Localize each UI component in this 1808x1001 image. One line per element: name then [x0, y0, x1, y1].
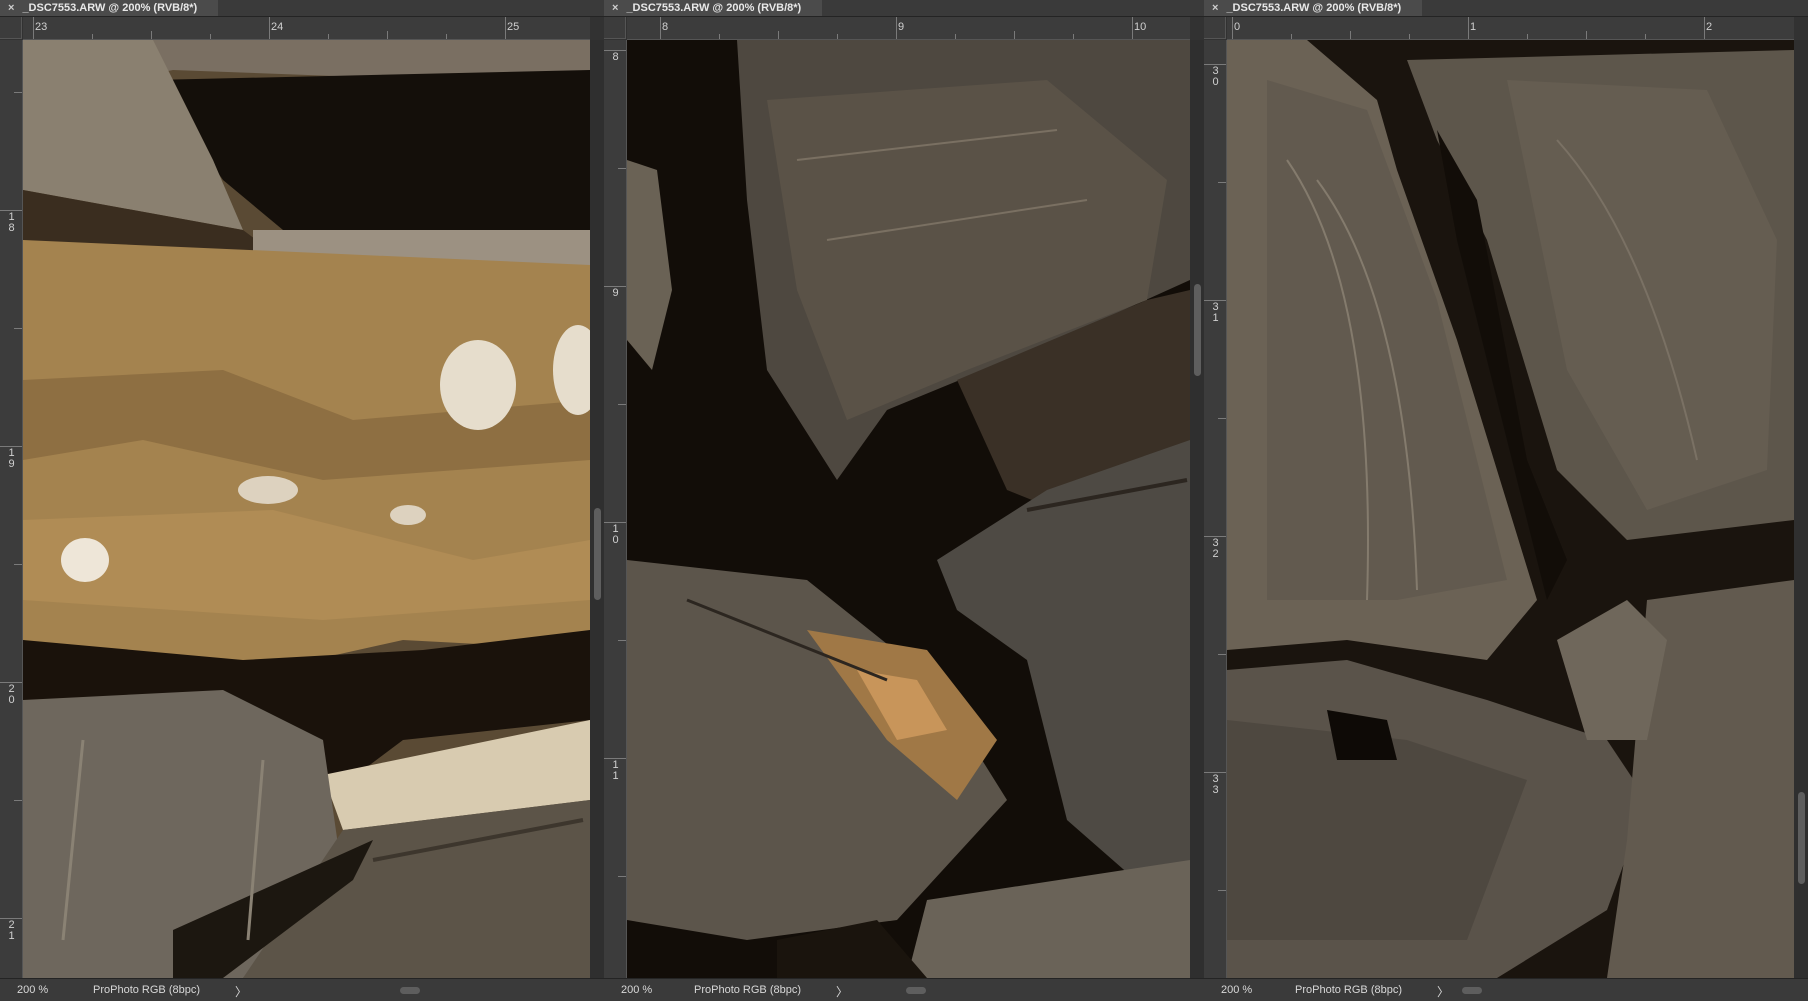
status-bar: 200 % ProPhoto RGB (8bpc) 〉 — [0, 978, 604, 1001]
image-canvas[interactable] — [1227, 40, 1794, 978]
photo-woodpile-3 — [1227, 40, 1794, 978]
status-bar: 200 % ProPhoto RGB (8bpc) 〉 — [1204, 978, 1808, 1001]
photo-woodpile-1 — [23, 40, 590, 978]
color-profile: ProPhoto RGB (8bpc) — [694, 984, 801, 996]
image-canvas[interactable] — [23, 40, 590, 978]
vertical-ruler[interactable]: 8 9 10 11 — [604, 40, 627, 978]
ruler-label: 21 — [8, 919, 15, 942]
ruler-label: 24 — [271, 21, 284, 33]
close-icon[interactable]: × — [8, 2, 14, 14]
ruler-label: 10 — [1134, 21, 1147, 33]
vertical-scrollbar[interactable] — [1190, 40, 1204, 978]
tab-bar: × _DSC7553.ARW @ 200% (RVB/8*) — [0, 0, 604, 17]
ruler-label: 25 — [507, 21, 520, 33]
ruler-label: 1 — [1470, 21, 1477, 33]
document-window-1: × _DSC7553.ARW @ 200% (RVB/8*) 23 24 25 … — [0, 0, 604, 1001]
close-icon[interactable]: × — [1212, 2, 1218, 14]
ruler-corner[interactable] — [1204, 17, 1226, 39]
chevron-right-icon[interactable]: 〉 — [1437, 983, 1449, 1000]
scroll-thumb[interactable] — [1194, 284, 1201, 376]
tab-title: _DSC7553.ARW @ 200% (RVB/8*) — [22, 2, 198, 14]
vertical-scrollbar[interactable] — [1794, 40, 1808, 978]
ruler-label: 33 — [1212, 773, 1219, 796]
ruler-label: 30 — [1212, 65, 1219, 88]
ruler-label: 9 — [612, 287, 619, 299]
tab-bar: × _DSC7553.ARW @ 200% (RVB/8*) — [604, 0, 1204, 17]
document-tab[interactable]: × _DSC7553.ARW @ 200% (RVB/8*) — [1204, 0, 1422, 16]
vertical-ruler[interactable]: 30 31 32 33 — [1204, 40, 1227, 978]
color-profile: ProPhoto RGB (8bpc) — [93, 984, 200, 996]
vertical-ruler[interactable]: 18 19 20 21 — [0, 40, 23, 978]
ruler-label: 2 — [1706, 21, 1713, 33]
ruler-label: 0 — [1234, 21, 1241, 33]
close-icon[interactable]: × — [612, 2, 618, 14]
ruler-label: 31 — [1212, 301, 1219, 324]
zoom-level[interactable]: 200 % — [17, 984, 48, 996]
document-window-2: × _DSC7553.ARW @ 200% (RVB/8*) 8 9 10 8 … — [604, 0, 1204, 1001]
image-canvas[interactable] — [627, 40, 1190, 978]
document-tab[interactable]: × _DSC7553.ARW @ 200% (RVB/8*) — [604, 0, 822, 16]
horizontal-ruler[interactable]: 8 9 10 — [627, 17, 1190, 40]
ruler-label: 8 — [612, 51, 619, 63]
ruler-label: 19 — [8, 447, 15, 470]
ruler-corner[interactable] — [604, 17, 626, 39]
ruler-label: 20 — [8, 683, 15, 706]
tab-title: _DSC7553.ARW @ 200% (RVB/8*) — [626, 2, 802, 14]
horizontal-scroll-thumb[interactable] — [400, 987, 420, 994]
ruler-label: 18 — [8, 211, 15, 234]
horizontal-ruler[interactable]: 23 24 25 — [23, 17, 590, 40]
horizontal-ruler[interactable]: 0 1 2 — [1227, 17, 1794, 40]
horizontal-scroll-thumb[interactable] — [906, 987, 926, 994]
tab-bar: × _DSC7553.ARW @ 200% (RVB/8*) — [1204, 0, 1808, 17]
chevron-right-icon[interactable]: 〉 — [235, 983, 247, 1000]
scroll-thumb[interactable] — [1798, 792, 1805, 884]
ruler-label: 32 — [1212, 537, 1219, 560]
chevron-right-icon[interactable]: 〉 — [836, 983, 848, 1000]
photo-woodpile-2 — [627, 40, 1190, 978]
ruler-label: 8 — [662, 21, 669, 33]
ruler-label: 10 — [612, 523, 619, 546]
zoom-level[interactable]: 200 % — [621, 984, 652, 996]
ruler-label: 11 — [612, 759, 619, 782]
scroll-thumb[interactable] — [594, 508, 601, 600]
color-profile: ProPhoto RGB (8bpc) — [1295, 984, 1402, 996]
status-bar: 200 % ProPhoto RGB (8bpc) 〉 — [604, 978, 1204, 1001]
ruler-label: 9 — [898, 21, 905, 33]
document-tab[interactable]: × _DSC7553.ARW @ 200% (RVB/8*) — [0, 0, 218, 16]
ruler-corner[interactable] — [0, 17, 22, 39]
vertical-scrollbar[interactable] — [590, 40, 604, 978]
tab-title: _DSC7553.ARW @ 200% (RVB/8*) — [1226, 2, 1402, 14]
ruler-label: 23 — [35, 21, 48, 33]
document-window-3: × _DSC7553.ARW @ 200% (RVB/8*) 0 1 2 30 … — [1204, 0, 1808, 1001]
horizontal-scroll-thumb[interactable] — [1462, 987, 1482, 994]
zoom-level[interactable]: 200 % — [1221, 984, 1252, 996]
